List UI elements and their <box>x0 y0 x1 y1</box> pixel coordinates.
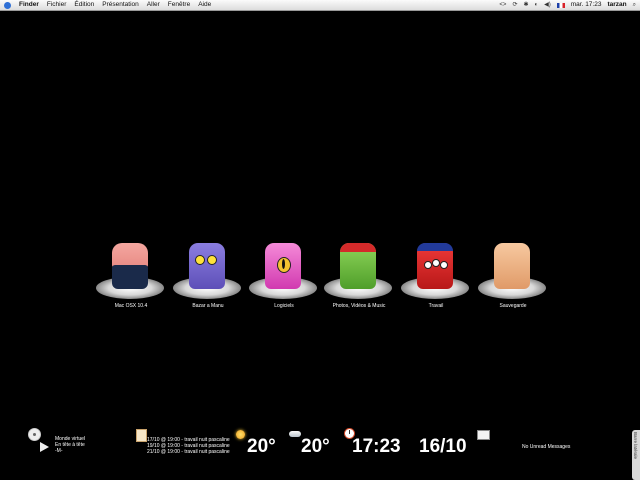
menu-edition[interactable]: Édition <box>74 0 94 10</box>
menubar-user[interactable]: tarzan <box>607 0 626 10</box>
keyboard-flag-icon[interactable] <box>556 2 565 8</box>
desktop-icon-photos[interactable]: Photos, Vidéos & Music <box>322 243 402 323</box>
itunes-widget <box>28 428 49 452</box>
desktop-icon-bazar[interactable]: Bazar a Manu <box>171 243 251 323</box>
calendar-event: 21/10 @ 19:00 - travail nuit pascaline <box>147 449 230 455</box>
now-playing: Monde virtuel En tête à tête -M- <box>55 436 85 454</box>
blue-hair <box>417 243 453 251</box>
monster-eye <box>207 255 217 265</box>
monster-eye <box>432 259 440 267</box>
spotlight-icon[interactable]: ⌕ <box>633 0 636 10</box>
sidebar-tab[interactable]: Barre latérale <box>632 430 640 480</box>
menu-fichier[interactable]: Fichier <box>47 0 67 10</box>
sun-icon <box>236 430 245 439</box>
sidebar-tab-label: Barre latérale <box>633 432 638 460</box>
time-display: 17:23 <box>352 436 401 457</box>
desktop-icon-label: Bazar a Manu <box>192 303 224 309</box>
desktop-icon-label: Sauvegarde <box>499 303 527 309</box>
monster-eye <box>424 261 432 269</box>
monster-eye <box>440 261 448 269</box>
calendar-icon[interactable] <box>136 429 147 442</box>
sync-icon[interactable]: ⟳ <box>512 0 517 10</box>
desktop-icon-label: Mac OSX 10.4 <box>114 303 148 309</box>
date-display: 16/10 <box>419 436 467 457</box>
apple-menu-icon[interactable] <box>4 1 11 9</box>
bluetooth-icon[interactable]: ✱ <box>523 0 528 10</box>
desktop-icon-label: Travail <box>428 303 444 309</box>
mail-icon[interactable] <box>477 430 490 440</box>
calendar-events: 17/10 @ 19:00 - travail nuit pascaline 1… <box>147 437 230 455</box>
menu-finder[interactable]: Finder <box>19 0 39 10</box>
cloud-icon <box>289 431 301 437</box>
script-menu-icon[interactable]: <> <box>499 0 506 10</box>
desktop-icon-mac-osx[interactable]: Mac OSX 10.4 <box>94 243 174 323</box>
temperature-2: 20° <box>301 436 330 457</box>
temperature-1: 20° <box>247 436 276 457</box>
menu-bar: Finder Fichier Édition Présentation Alle… <box>0 0 640 11</box>
menu-aller[interactable]: Aller <box>147 0 160 10</box>
tan-monster-icon <box>494 243 530 289</box>
dark-suit-body <box>112 265 148 289</box>
red-bandana <box>340 243 376 252</box>
monster-eye <box>195 255 205 265</box>
mail-status: No Unread Messages <box>522 444 571 450</box>
desktop-icon-logiciels[interactable]: Logiciels <box>247 243 327 323</box>
desktop-icon-label: Logiciels <box>274 303 294 309</box>
desktop-icon-travail[interactable]: Travail <box>399 243 479 323</box>
menu-fenetre[interactable]: Fenêtre <box>168 0 190 10</box>
cd-icon[interactable] <box>28 428 41 441</box>
now-playing-line: -M- <box>55 448 63 454</box>
volume-icon[interactable]: ◀) <box>544 0 551 10</box>
menubar-clock[interactable]: mar. 17:23 <box>571 0 602 10</box>
menu-presentation[interactable]: Présentation <box>102 0 139 10</box>
desktop-icon-sauvegarde[interactable]: Sauvegarde <box>476 243 556 323</box>
menu-aide[interactable]: Aide <box>198 0 211 10</box>
time-machine-icon[interactable]: ◐ <box>535 0 539 10</box>
play-icon[interactable] <box>40 442 49 452</box>
monster-pupil <box>282 259 285 269</box>
purple-monster-icon <box>189 243 225 289</box>
desktop-icon-label: Photos, Vidéos & Music <box>332 303 386 309</box>
